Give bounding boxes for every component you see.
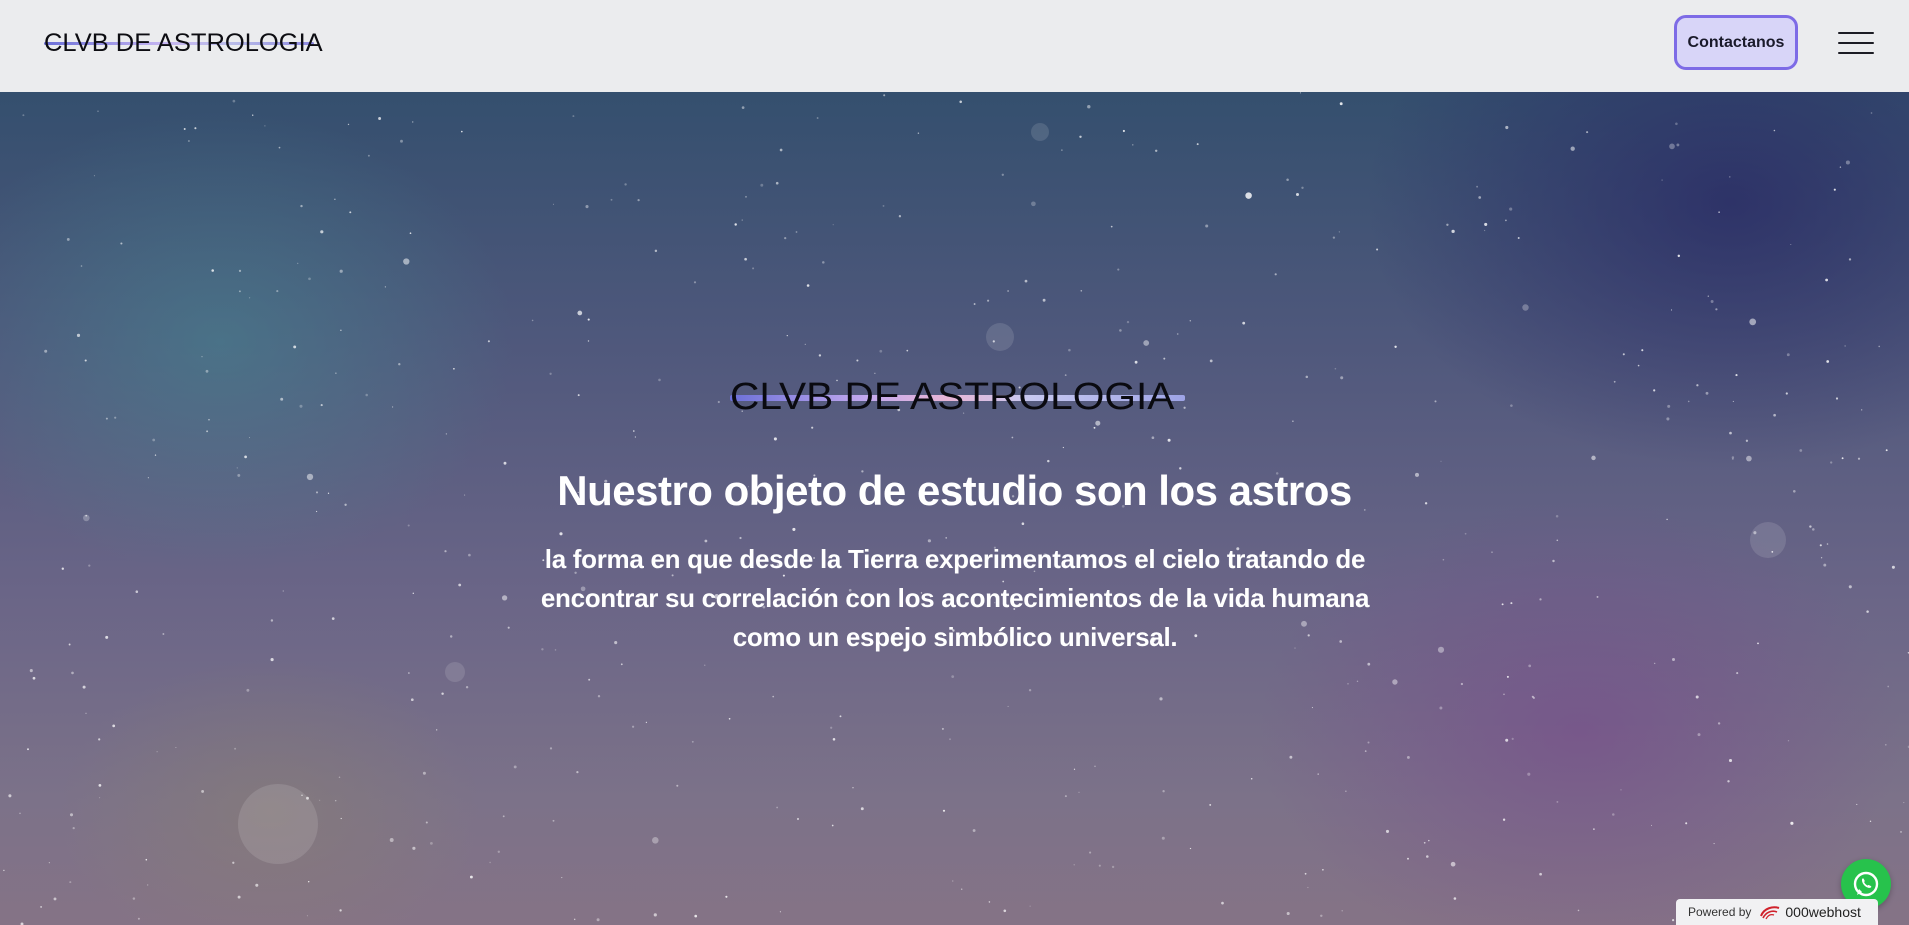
hamburger-menu-icon[interactable]	[1838, 30, 1874, 56]
site-header: CLVB DE ASTROLOGIA Contactanos	[0, 0, 1909, 92]
hero-logo-text: CLVB DE ASTROLOGIA	[730, 376, 1175, 418]
header-logo-text: CLVB DE ASTROLOGIA	[44, 29, 323, 57]
powered-by-brand: 000webhost	[1785, 904, 1861, 920]
whatsapp-icon	[1853, 871, 1879, 897]
powered-by-label: Powered by	[1688, 905, 1752, 919]
hero-headline: Nuestro objeto de estudio son los astros	[557, 467, 1352, 514]
powered-by-badge[interactable]: Powered by 000webhost	[1676, 899, 1878, 925]
hero-subtext: la forma en que desde la Tierra experime…	[540, 544, 1370, 652]
hero-section: CLVB DE ASTROLOGIA Nuestro objeto de est…	[0, 92, 1909, 925]
header-logo[interactable]: CLVB DE ASTROLOGIA	[44, 28, 323, 58]
page: CLVB DE ASTROLOGIA Contactanos CLVB DE A…	[0, 0, 1909, 925]
contact-button[interactable]: Contactanos	[1674, 15, 1798, 70]
hero-content: CLVB DE ASTROLOGIA Nuestro objeto de est…	[0, 92, 1909, 925]
000webhost-logo-icon	[1760, 906, 1780, 920]
hero-logo: CLVB DE ASTROLOGIA	[730, 374, 1185, 420]
